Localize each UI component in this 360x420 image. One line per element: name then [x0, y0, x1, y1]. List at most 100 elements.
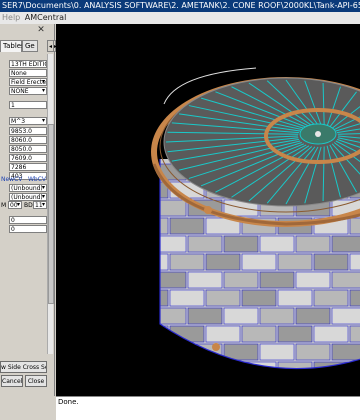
shell-plate: [241, 253, 277, 271]
mm-select[interactable]: 00: [8, 201, 22, 209]
value-field-7286[interactable]: 7286: [9, 163, 47, 171]
field-b[interactable]: 0: [9, 225, 47, 233]
shell-plate: [349, 325, 360, 343]
shell-plate: [169, 361, 205, 369]
close-button[interactable]: Close: [25, 375, 47, 387]
shell-plate: [295, 307, 331, 325]
shell-plate: [331, 343, 360, 361]
shell-plate: [259, 235, 295, 253]
shell-plate: [169, 253, 205, 271]
3d-viewport[interactable]: [56, 24, 360, 396]
shell-plate: [116, 344, 150, 360]
cancel-button[interactable]: Cancel: [1, 375, 23, 387]
shell-plate: [160, 343, 187, 361]
new-cv-link[interactable]: NewCV: [1, 176, 22, 183]
shell-plate: [259, 307, 295, 325]
shell-plate: [349, 289, 360, 307]
shell-plate: [223, 271, 259, 289]
application-window: SER7\Documents\0. ANALYSIS SOFTWARE\2. A…: [0, 0, 360, 420]
shell-plate: [187, 271, 223, 289]
none-field[interactable]: None: [9, 69, 47, 77]
shell-plate: [205, 361, 241, 369]
shell-plate: [116, 200, 150, 216]
shell-plate: [160, 289, 169, 307]
shell-plate: [116, 308, 150, 324]
menu-help[interactable]: Help: [2, 13, 20, 22]
shell-plate: [259, 271, 295, 289]
wb-cv-link[interactable]: WbCV: [28, 176, 46, 183]
shell-plate: [349, 217, 360, 235]
shell-plate: [223, 307, 259, 325]
unbound-select-1[interactable]: (Unbound): [9, 184, 47, 192]
bd-label: BD: [24, 202, 33, 209]
side-cross-section-button[interactable]: w Side Cross Section: [0, 361, 47, 373]
nozzle-1: [204, 206, 212, 214]
shell-plate: [349, 253, 360, 271]
shell-plate: [160, 307, 187, 325]
shell-plate: [331, 235, 360, 253]
shell-plate: [241, 361, 277, 369]
roof-vent: [315, 131, 321, 137]
value-field-8060[interactable]: 8060.0: [9, 136, 47, 144]
shell-plate: [160, 361, 169, 369]
shell-plate: [313, 289, 349, 307]
shell-plate: [169, 289, 205, 307]
shell-plate: [277, 361, 313, 369]
none-select[interactable]: NONE: [9, 87, 47, 95]
shell-plate: [116, 272, 150, 288]
shell-plate: [277, 289, 313, 307]
value-field-1[interactable]: 1: [9, 101, 47, 109]
field-a[interactable]: 0: [9, 216, 47, 224]
shell-plate: [160, 271, 187, 289]
value-field-7609[interactable]: 7609.0: [9, 154, 47, 162]
erection-select[interactable]: Field Erected: [9, 78, 47, 86]
panel-footer: [0, 396, 56, 420]
status-text: Done.: [58, 398, 79, 406]
tab-ge[interactable]: Ge: [22, 40, 38, 52]
title-bar: SER7\Documents\0. ANALYSIS SOFTWARE\2. A…: [0, 0, 360, 12]
shell-plate: [160, 235, 187, 253]
unit-select[interactable]: M^3: [9, 117, 47, 125]
shell-plate: [295, 271, 331, 289]
shell-plate: [331, 271, 360, 289]
edition-field[interactable]: 13TH EDITION: [9, 60, 47, 68]
shell-plate: [277, 253, 313, 271]
shell-plate: [277, 325, 313, 343]
properties-panel: ✕ ◂ ▸ Tables Ge 13TH EDITION None Field …: [0, 24, 57, 396]
shell-plate: [313, 325, 349, 343]
shell-plate: [295, 343, 331, 361]
shell-plate: [160, 253, 169, 271]
value-field-9853[interactable]: 9853.0: [9, 127, 47, 135]
shell-plate: [116, 164, 150, 180]
shell-plate: [160, 181, 169, 199]
unbound-select-2[interactable]: (Unbound): [9, 193, 47, 201]
shell-plate: [205, 325, 241, 343]
panel-scroll-thumb[interactable]: [48, 124, 54, 304]
panel-scrollbar[interactable]: [47, 54, 54, 354]
shell-plate: [223, 235, 259, 253]
mm-label: M: [1, 202, 7, 209]
shell-plate: [313, 253, 349, 271]
shell-plate: [349, 361, 360, 369]
menu-amcentral[interactable]: AMCentral: [25, 13, 67, 22]
shell-plate: [187, 307, 223, 325]
shell-plate: [241, 289, 277, 307]
nozzle-2: [212, 343, 220, 351]
value-field-8050[interactable]: 8050.0: [9, 145, 47, 153]
shell-plate: [241, 325, 277, 343]
shell-plate: [160, 325, 169, 343]
tank-3d-model: [116, 67, 360, 370]
tab-tables[interactable]: Tables: [0, 40, 25, 52]
menu-bar: Help AMCentral: [0, 12, 360, 24]
bd-select[interactable]: 11: [33, 201, 47, 209]
shell-plate: [205, 253, 241, 271]
shell-plate: [116, 236, 150, 252]
shell-plate: [160, 199, 187, 217]
shell-plate: [205, 289, 241, 307]
panel-tabs: Tables Ge: [0, 40, 55, 52]
close-icon[interactable]: ✕: [36, 24, 46, 36]
window-title: SER7\Documents\0. ANALYSIS SOFTWARE\2. A…: [2, 1, 360, 10]
shell-plate: [187, 235, 223, 253]
shell-plate: [295, 235, 331, 253]
shell-plate: [331, 307, 360, 325]
